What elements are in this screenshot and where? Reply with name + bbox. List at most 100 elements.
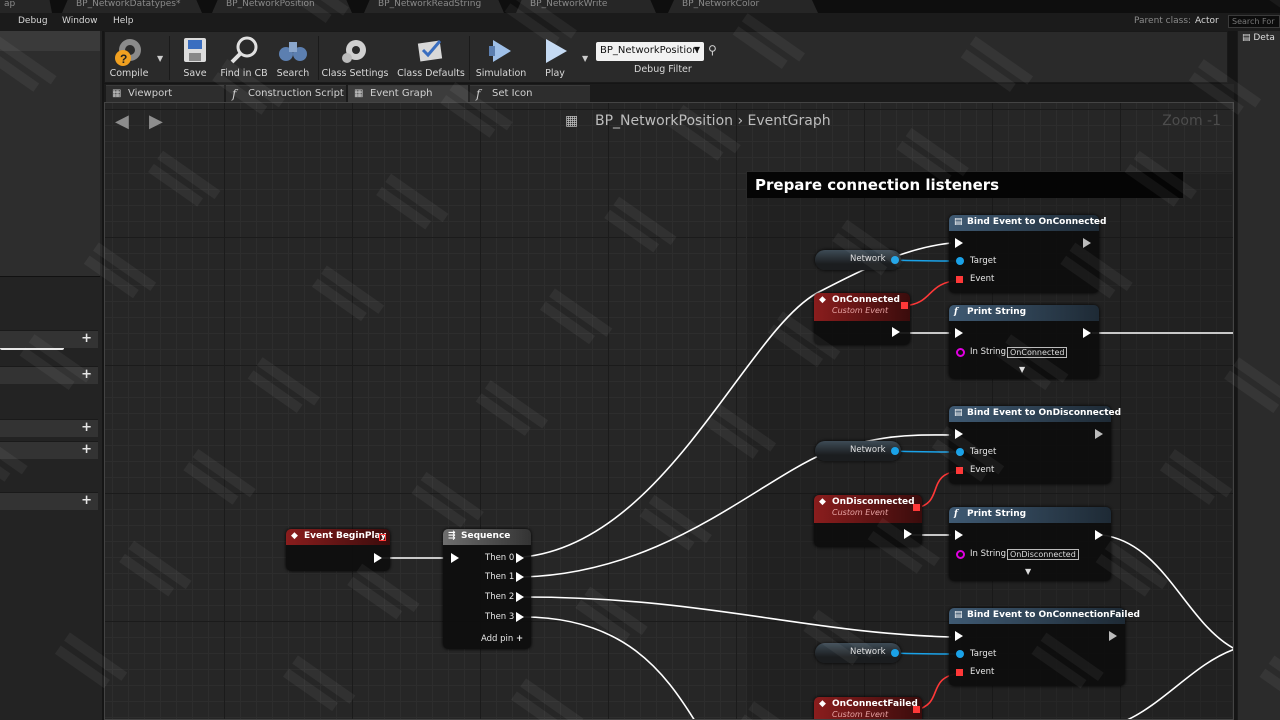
- object-pin[interactable]: [956, 448, 964, 456]
- section-dispatchers[interactable]: +: [0, 492, 98, 510]
- add-icon[interactable]: +: [81, 367, 92, 382]
- expand-icon[interactable]: ▼: [1025, 567, 1031, 576]
- exec-out-pin[interactable]: [1083, 238, 1091, 248]
- object-pin[interactable]: [891, 256, 899, 264]
- doc-tab[interactable]: BP_NetworkColor: [668, 0, 818, 13]
- exec-out-pin[interactable]: [516, 592, 524, 602]
- event-graph-canvas[interactable]: ◀ ▶ ▦ BP_NetworkPosition › EventGraph Zo…: [104, 102, 1234, 720]
- string-pin[interactable]: [956, 348, 965, 357]
- exec-out-pin[interactable]: [892, 327, 900, 337]
- magnifier-icon[interactable]: ⚲: [708, 43, 717, 57]
- object-pin[interactable]: [956, 257, 964, 265]
- doc-tab[interactable]: ap: [0, 0, 52, 13]
- network-variable-node[interactable]: Network: [815, 250, 901, 270]
- save-button[interactable]: Save: [171, 34, 219, 82]
- section-graphs[interactable]: +: [0, 330, 98, 348]
- search-label: Search: [276, 68, 310, 79]
- exec-in-pin[interactable]: [955, 631, 963, 641]
- simulation-button[interactable]: Simulation: [475, 34, 527, 82]
- print-string-node[interactable]: f Print String In String OnConnected ▼: [949, 305, 1099, 379]
- delegate-pin[interactable]: [379, 534, 386, 541]
- find-in-cb-button[interactable]: Find in CB: [219, 34, 269, 82]
- node-title: Bind Event to OnConnectionFailed: [967, 610, 1140, 620]
- menu-window[interactable]: Window: [62, 16, 98, 26]
- tab-event-graph[interactable]: ▦ Event Graph: [348, 85, 468, 102]
- print-string-node[interactable]: f Print String In String OnDisconnected ▼: [949, 507, 1111, 581]
- search-button[interactable]: Search: [269, 34, 317, 82]
- exec-in-pin[interactable]: [955, 328, 963, 338]
- doc-tab[interactable]: BP_NetworkPosition: [212, 0, 352, 13]
- menu-debug[interactable]: Debug: [18, 16, 48, 26]
- exec-out-pin[interactable]: [516, 612, 524, 622]
- expand-icon[interactable]: ▼: [1019, 365, 1025, 374]
- in-string-field[interactable]: OnConnected: [1007, 347, 1068, 358]
- add-icon[interactable]: +: [81, 442, 92, 457]
- exec-out-pin[interactable]: [1095, 429, 1103, 439]
- event-beginplay-node[interactable]: ◆ Event BeginPlay: [286, 529, 390, 571]
- network-variable-node[interactable]: Network: [815, 643, 901, 663]
- bind-onconnectionfailed-node[interactable]: ▤ Bind Event to OnConnectionFailed Target…: [949, 608, 1140, 686]
- compile-button[interactable]: ? Compile: [105, 34, 153, 82]
- delegate-pin[interactable]: [956, 276, 963, 283]
- onconnectfailed-event-node[interactable]: ◆ OnConnectFailed Custom Event: [814, 697, 922, 719]
- add-icon[interactable]: +: [81, 420, 92, 435]
- in-string-field[interactable]: OnDisconnected: [1007, 549, 1079, 560]
- sequence-node[interactable]: ⇶ Sequence Then 0 Then 1 Then 2 Then 3 Ad…: [443, 529, 531, 649]
- doc-tab-label: BP_NetworkReadString: [378, 0, 482, 9]
- tab-viewport[interactable]: ▦ Viewport: [106, 85, 224, 102]
- doc-tab[interactable]: BP_NetworkReadString: [364, 0, 504, 13]
- chevron-down-icon[interactable]: ▼: [582, 54, 588, 63]
- object-pin[interactable]: [956, 650, 964, 658]
- exec-out-pin[interactable]: [1109, 631, 1117, 641]
- debug-filter-select[interactable]: BP_NetworkPosition ▼: [596, 42, 704, 61]
- exec-in-pin[interactable]: [955, 429, 963, 439]
- details-tab[interactable]: ▤ Deta: [1242, 33, 1275, 43]
- add-icon[interactable]: +: [81, 493, 92, 508]
- add-pin-button[interactable]: Add pin +: [481, 634, 523, 644]
- search-input[interactable]: Search For: [1228, 15, 1280, 28]
- tab-construction-script[interactable]: f Construction Script: [226, 85, 346, 102]
- bind-ondisconnected-node[interactable]: ▤ Bind Event to OnDisconnected Target Eve…: [949, 406, 1121, 484]
- network-variable-node[interactable]: Network: [815, 441, 901, 461]
- doc-tab[interactable]: BP_NetworkDatatypes*: [62, 0, 202, 13]
- section-macros[interactable]: +: [0, 419, 98, 437]
- onconnected-event-node[interactable]: ◆ OnConnected Custom Event: [814, 293, 910, 345]
- doc-tab[interactable]: BP_NetworkWrite: [516, 0, 656, 13]
- pin-label: Then 3: [485, 612, 515, 622]
- section-functions[interactable]: +: [0, 366, 98, 384]
- exec-out-pin[interactable]: [1083, 328, 1091, 338]
- parent-class-value[interactable]: Actor: [1195, 16, 1219, 26]
- exec-in-pin[interactable]: [955, 238, 963, 248]
- ondisconnected-event-node[interactable]: ◆ OnDisconnected Custom Event: [814, 495, 922, 547]
- class-defaults-button[interactable]: Class Defaults: [395, 34, 467, 82]
- bind-onconnected-node[interactable]: ▤ Bind Event to OnConnected Target Event: [949, 215, 1106, 293]
- string-pin[interactable]: [956, 550, 965, 559]
- class-settings-button[interactable]: Class Settings: [319, 34, 391, 82]
- delegate-pin[interactable]: [913, 504, 920, 511]
- menu-help[interactable]: Help: [113, 16, 134, 26]
- delegate-pin[interactable]: [956, 467, 963, 474]
- play-button[interactable]: Play: [531, 34, 579, 82]
- panel-header: [0, 31, 100, 51]
- delegate-pin[interactable]: [956, 669, 963, 676]
- debug-filter-label: Debug Filter: [634, 64, 692, 75]
- node-header: ▤ Bind Event to OnConnected: [949, 215, 1106, 231]
- find-in-cb-label: Find in CB: [220, 68, 268, 79]
- delegate-pin[interactable]: [901, 302, 908, 309]
- exec-in-pin[interactable]: [955, 530, 963, 540]
- object-pin[interactable]: [891, 447, 899, 455]
- exec-out-pin[interactable]: [904, 529, 912, 539]
- exec-out-pin[interactable]: [516, 572, 524, 582]
- node-header: ◆ OnConnected Custom Event: [814, 293, 910, 321]
- exec-out-pin[interactable]: [374, 553, 382, 563]
- tab-set-icon[interactable]: f Set Icon: [470, 85, 590, 102]
- chevron-down-icon[interactable]: ▼: [157, 54, 163, 63]
- section-variables[interactable]: +: [0, 441, 98, 459]
- exec-out-pin[interactable]: [516, 553, 524, 563]
- object-pin[interactable]: [891, 649, 899, 657]
- delegate-pin[interactable]: [913, 706, 920, 713]
- add-icon[interactable]: +: [81, 331, 92, 346]
- exec-in-pin[interactable]: [451, 553, 459, 563]
- components-tree[interactable]: [0, 51, 100, 277]
- exec-out-pin[interactable]: [1095, 530, 1103, 540]
